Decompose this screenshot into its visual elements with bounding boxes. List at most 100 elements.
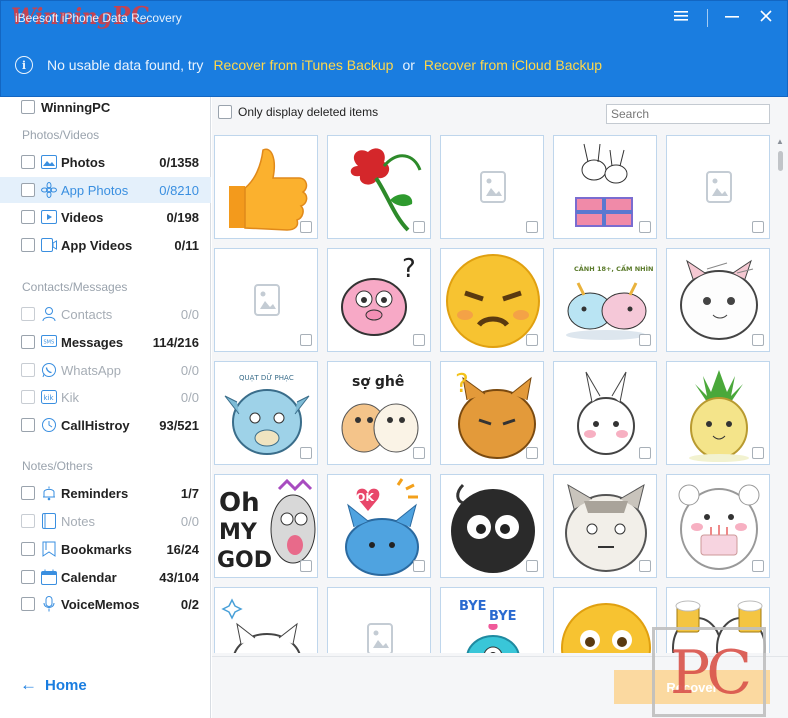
sidebar-item-app-videos[interactable]: App Videos 0/11 [0,232,211,258]
photo-tile-dragon[interactable]: QUẠT DỮ PHẠC [214,361,318,465]
tile-checkbox[interactable] [300,447,312,459]
sidebar-item-label: WhatsApp [61,362,121,378]
sidebar-item-contacts[interactable]: Contacts 0/0 [0,301,211,327]
scroll-up-arrow-icon[interactable]: ▲ [776,137,784,146]
tile-checkbox[interactable] [413,221,425,233]
root-checkbox[interactable] [21,100,35,114]
photo-tile-rose[interactable] [327,135,431,239]
tile-checkbox[interactable] [413,447,425,459]
whatsapp-checkbox[interactable] [21,363,35,377]
photo-tile-pink-pig-question[interactable]: ? [327,248,431,352]
tile-checkbox[interactable] [413,560,425,572]
photo-tile-placeholder[interactable] [666,135,770,239]
sidebar-item-count: 0/8210 [159,182,199,198]
sidebar-item-count: 0/0 [180,513,199,529]
tile-checkbox[interactable] [639,334,651,346]
photo-tile-black-ball[interactable] [440,474,544,578]
notes-icon [41,513,57,529]
photo-tile-bunny-blush[interactable] [553,361,657,465]
sidebar-item-app-photos[interactable]: App Photos 0/8210 [0,177,211,203]
tile-checkbox[interactable] [300,560,312,572]
photo-tile-bye-bye[interactable]: BYE BYE [440,587,544,653]
sidebar-item-count: 0/2 [180,596,199,612]
close-icon[interactable] [751,7,781,29]
photo-tile-angry-emoji[interactable] [440,248,544,352]
bookmarks-checkbox[interactable] [21,542,35,556]
sms-icon: SMS [41,334,57,350]
photo-tile-cat-lying[interactable] [666,248,770,352]
tile-checkbox[interactable] [639,221,651,233]
tile-checkbox[interactable] [752,221,764,233]
photo-tile-surprised-emoji[interactable] [553,587,657,653]
photo-tile-thumbs-up[interactable] [214,135,318,239]
home-button[interactable]: ← Home [20,675,87,695]
tile-checkbox[interactable] [526,447,538,459]
scrollbar-thumb[interactable] [778,151,783,171]
sidebar-item-notes[interactable]: Notes 0/0 [0,508,211,534]
photo-tile-bear-cake[interactable] [666,474,770,578]
sidebar-item-voicememos[interactable]: VoiceMemos 0/2 [0,591,211,617]
sidebar-item-reminders[interactable]: Reminders 1/7 [0,480,211,506]
sidebar-item-kik[interactable]: kik Kik 0/0 [0,384,211,410]
tile-checkbox[interactable] [752,334,764,346]
messages-checkbox[interactable] [21,335,35,349]
only-deleted-toggle[interactable]: Only display deleted items [218,105,378,119]
sidebar-item-videos[interactable]: Videos 0/198 [0,204,211,230]
recover-icloud-link[interactable]: Recover from iCloud Backup [424,57,602,73]
app-videos-checkbox[interactable] [21,238,35,252]
sidebar-item-bookmarks[interactable]: Bookmarks 16/24 [0,536,211,562]
tile-checkbox[interactable] [752,447,764,459]
photos-checkbox[interactable] [21,155,35,169]
photo-tile-unicorns-text[interactable]: CẢNH 18+, CẤM NHÌN [553,248,657,352]
title-separator [707,9,708,27]
voicememos-checkbox[interactable] [21,597,35,611]
tile-checkbox[interactable] [300,221,312,233]
kik-checkbox[interactable] [21,390,35,404]
minimize-icon[interactable] [717,7,747,29]
sidebar-root-row[interactable]: WinningPC [0,94,211,120]
tile-checkbox[interactable] [300,334,312,346]
sidebar-item-messages[interactable]: SMS Messages 114/216 [0,329,211,355]
notes-checkbox[interactable] [21,514,35,528]
tile-checkbox[interactable] [639,447,651,459]
sidebar-item-count: 43/104 [159,569,199,585]
app-photos-checkbox[interactable] [21,183,35,197]
tile-checkbox[interactable] [639,560,651,572]
sidebar-item-calendar[interactable]: Calendar 43/104 [0,564,211,590]
sidebar-item-label: Photos [61,154,106,170]
tile-checkbox[interactable] [526,221,538,233]
recover-itunes-link[interactable]: Recover from iTunes Backup [213,57,393,73]
tile-checkbox[interactable] [526,334,538,346]
sidebar-item-call-history[interactable]: CallHistroy 93/521 [0,412,211,438]
sidebar-item-label: Bookmarks [61,541,132,557]
photo-tile-placeholder[interactable] [214,248,318,352]
photo-tile-white-cat-sparkle[interactable] [214,587,318,653]
tile-checkbox[interactable] [413,334,425,346]
contacts-checkbox[interactable] [21,307,35,321]
photo-tile-blue-cat-ok[interactable]: OK [327,474,431,578]
photo-tile-tabby-cat-question[interactable]: ? [440,361,544,465]
calendar-checkbox[interactable] [21,570,35,584]
sidebar-item-count: 0/1358 [159,154,199,170]
call-history-checkbox[interactable] [21,418,35,432]
photo-tile-placeholder[interactable] [440,135,544,239]
tile-checkbox[interactable] [526,560,538,572]
photo-tile-pineapple[interactable] [666,361,770,465]
videos-checkbox[interactable] [21,210,35,224]
sidebar-item-photos[interactable]: Photos 0/1358 [0,149,211,175]
sidebar-item-whatsapp[interactable]: WhatsApp 0/0 [0,357,211,383]
photo-tile-grumpy-cat[interactable] [553,474,657,578]
photo-tile-oh-my-god[interactable]: Oh MY GOD [214,474,318,578]
only-deleted-checkbox[interactable] [218,105,232,119]
title-banner: WinningPC iBeesoft iPhone Data Recovery … [0,0,788,97]
reminders-checkbox[interactable] [21,486,35,500]
photo-tile-cats-scared[interactable]: sợ ghê [327,361,431,465]
tile-checkbox[interactable] [752,560,764,572]
photo-tile-bunnies-gift[interactable] [553,135,657,239]
search-input[interactable] [606,104,770,124]
photo-tile-placeholder[interactable] [327,587,431,653]
svg-text:GOD: GOD [217,548,272,573]
sidebar-item-count: 0/11 [174,237,199,253]
menu-icon[interactable] [666,7,696,29]
svg-text:OK: OK [356,491,374,504]
